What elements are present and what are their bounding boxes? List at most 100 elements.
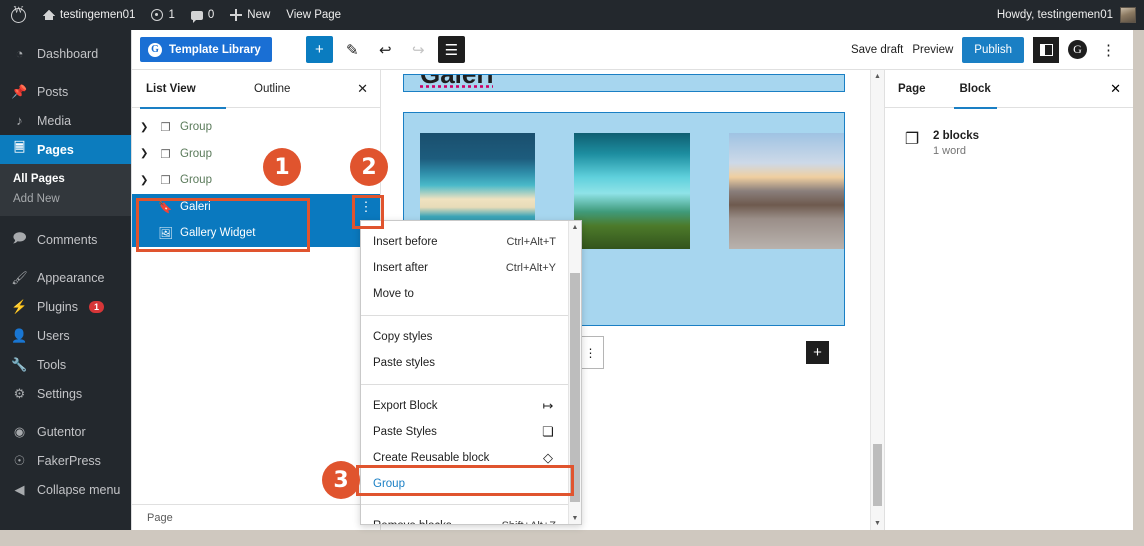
- menu-item-label: Remove blocks: [373, 520, 502, 524]
- chevron-right-icon[interactable]: ❯: [140, 148, 151, 159]
- list-item-group-3[interactable]: ❯ ❐ Group: [132, 167, 380, 194]
- editor-toolbar: G Template Library + ✎ ↩ ↪ ☰ Save draft …: [132, 30, 1133, 70]
- pages-submenu: All Pages Add New: [0, 164, 131, 216]
- avatar: [1120, 7, 1136, 23]
- close-sidebar-button[interactable]: ✕: [1110, 81, 1121, 97]
- dropdown-group-4: Remove blocks Shift+Alt+Z: [361, 505, 568, 524]
- settings-sidebar-toggle[interactable]: [1033, 36, 1059, 63]
- sidebar-item-dashboard[interactable]: ◔ Dashboard: [0, 39, 131, 68]
- sidebar-item-label: Appearance: [37, 270, 105, 285]
- menu-item-copy-styles[interactable]: Copy styles: [361, 324, 568, 350]
- sidebar-item-comments[interactable]: 🗩 Comments: [0, 225, 131, 254]
- wordpress-logo-menu[interactable]: [0, 0, 35, 30]
- publish-button[interactable]: Publish: [962, 36, 1024, 63]
- tab-page[interactable]: Page: [898, 70, 926, 108]
- menu-item-label: Move to: [373, 288, 414, 300]
- annotation-step-2: 2: [350, 148, 388, 186]
- menu-item-group[interactable]: Group: [361, 471, 568, 496]
- updates-menu[interactable]: 1: [143, 0, 182, 30]
- howdy-label: Howdy, testingemen01: [996, 9, 1113, 21]
- wordpress-logo-icon: [11, 5, 26, 23]
- chevron-right-icon[interactable]: ❯: [140, 175, 151, 186]
- canvas-scrollbar[interactable]: ▲ ▼: [870, 70, 884, 530]
- account-menu[interactable]: Howdy, testingemen01: [989, 0, 1144, 30]
- sidebar-item-tools[interactable]: 🔧 Tools: [0, 350, 131, 379]
- heading-block[interactable]: Galeri: [403, 74, 845, 92]
- add-block-button[interactable]: +: [305, 36, 333, 63]
- sidebar-item-gutentor[interactable]: ◉ Gutentor: [0, 417, 131, 446]
- chevron-right-icon[interactable]: ❯: [140, 122, 151, 133]
- tab-list-view[interactable]: List View: [140, 70, 226, 109]
- menu-item-paste-styles-2[interactable]: Paste Styles ❏: [361, 419, 568, 445]
- list-item-galeri[interactable]: 🔖 Galeri ⋮: [132, 193, 380, 220]
- dropdown-scrollbar-thumb[interactable]: [570, 273, 580, 502]
- menu-item-label: Export Block: [373, 400, 438, 412]
- dropdown-scrollbar[interactable]: ▲ ▼: [568, 221, 581, 524]
- gallery-image-3[interactable]: [728, 133, 844, 249]
- preview-button[interactable]: Preview: [912, 44, 953, 56]
- gallery-icon: 🖼: [158, 228, 173, 241]
- scroll-down-icon[interactable]: ▼: [569, 512, 581, 524]
- menu-item-insert-before[interactable]: Insert before Ctrl+Alt+T: [361, 229, 568, 255]
- sidebar-item-label: Gutentor: [37, 424, 86, 439]
- sidebar-item-pages[interactable]: 🗏 Pages: [0, 135, 139, 164]
- toolbar-right: Save draft Preview Publish G ⋮: [851, 36, 1125, 63]
- clipboard-icon: ❏: [542, 424, 554, 439]
- sidebar-item-label: Collapse menu: [37, 482, 121, 497]
- tab-block[interactable]: Block: [953, 70, 998, 109]
- list-item-group-1[interactable]: ❯ ❐ Group: [132, 114, 380, 141]
- list-item-options-button[interactable]: ⋮: [353, 194, 379, 220]
- menu-item-insert-after[interactable]: Insert after Ctrl+Alt+Y: [361, 255, 568, 281]
- menu-item-label: Create Reusable block: [373, 452, 490, 464]
- menu-item-remove-blocks[interactable]: Remove blocks Shift+Alt+Z: [361, 513, 568, 524]
- plus-icon: +: [813, 344, 822, 361]
- menu-item-label: Insert after: [373, 262, 428, 274]
- scroll-up-icon[interactable]: ▲: [871, 70, 884, 83]
- block-options-dropdown: Insert before Ctrl+Alt+T Insert after Ct…: [360, 220, 582, 525]
- canvas-scrollbar-thumb[interactable]: [873, 444, 882, 506]
- redo-button[interactable]: ↪: [405, 36, 432, 63]
- menu-item-create-reusable-block[interactable]: Create Reusable block ◇: [361, 445, 568, 471]
- list-view-button[interactable]: ☰: [437, 36, 465, 63]
- redo-icon: ↪: [412, 41, 425, 59]
- kebab-icon: ⋮: [584, 345, 597, 360]
- close-icon: ✕: [1110, 80, 1121, 96]
- list-item-gallery-widget[interactable]: 🖼 Gallery Widget: [132, 220, 380, 247]
- submenu-item-add-new[interactable]: Add New: [0, 189, 131, 209]
- save-draft-button[interactable]: Save draft: [851, 44, 903, 56]
- submenu-item-all-pages[interactable]: All Pages: [0, 169, 131, 189]
- collapse-menu-button[interactable]: ◀ Collapse menu: [0, 475, 131, 504]
- menu-item-shortcut: Shift+Alt+Z: [502, 520, 556, 524]
- tab-outline[interactable]: Outline: [248, 70, 296, 108]
- menu-item-move-to[interactable]: Move to: [361, 281, 568, 307]
- menu-item-export-block[interactable]: Export Block ↦: [361, 393, 568, 419]
- view-page-link[interactable]: View Page: [278, 0, 349, 30]
- sidebar-item-settings[interactable]: ⚙ Settings: [0, 379, 131, 408]
- menu-item-paste-styles[interactable]: Paste styles: [361, 350, 568, 376]
- sidebar-item-posts[interactable]: 📌 Posts: [0, 77, 131, 106]
- user-icon: 👤: [11, 327, 28, 343]
- dashboard-icon: ◔: [15, 46, 24, 61]
- gutentor-settings-button[interactable]: G: [1068, 40, 1087, 59]
- close-list-view-button[interactable]: ✕: [357, 81, 368, 97]
- undo-button[interactable]: ↩: [372, 36, 399, 63]
- scroll-down-icon[interactable]: ▼: [871, 517, 884, 530]
- template-library-button[interactable]: G Template Library: [140, 37, 272, 62]
- export-icon: ↦: [542, 398, 554, 413]
- sidebar-item-appearance[interactable]: 🖌 Appearance: [0, 263, 131, 292]
- site-name-menu[interactable]: testingemen01: [35, 0, 143, 30]
- tools-edit-button[interactable]: ✎: [339, 36, 366, 63]
- new-content-menu[interactable]: New: [222, 0, 278, 30]
- sidebar-item-fakerpress[interactable]: ☉ FakerPress: [0, 446, 131, 475]
- list-item-group-2[interactable]: ❯ ❐ Group: [132, 141, 380, 168]
- canvas-add-block-button[interactable]: +: [806, 341, 829, 364]
- sidebar-item-plugins[interactable]: ⚡ Plugins 1: [0, 292, 131, 321]
- gallery-image-2[interactable]: [574, 133, 690, 249]
- settings-sidebar: Page Block ✕ ❐ 2 blocks 1 word: [884, 70, 1133, 530]
- editor-more-options-button[interactable]: ⋮: [1096, 41, 1121, 59]
- comments-menu[interactable]: 0: [183, 0, 222, 30]
- sidebar-item-users[interactable]: 👤 Users: [0, 321, 131, 350]
- scroll-up-icon[interactable]: ▲: [569, 221, 581, 233]
- sidebar-item-media[interactable]: ♪ Media: [0, 106, 131, 135]
- menu-item-label: Paste Styles: [373, 426, 437, 438]
